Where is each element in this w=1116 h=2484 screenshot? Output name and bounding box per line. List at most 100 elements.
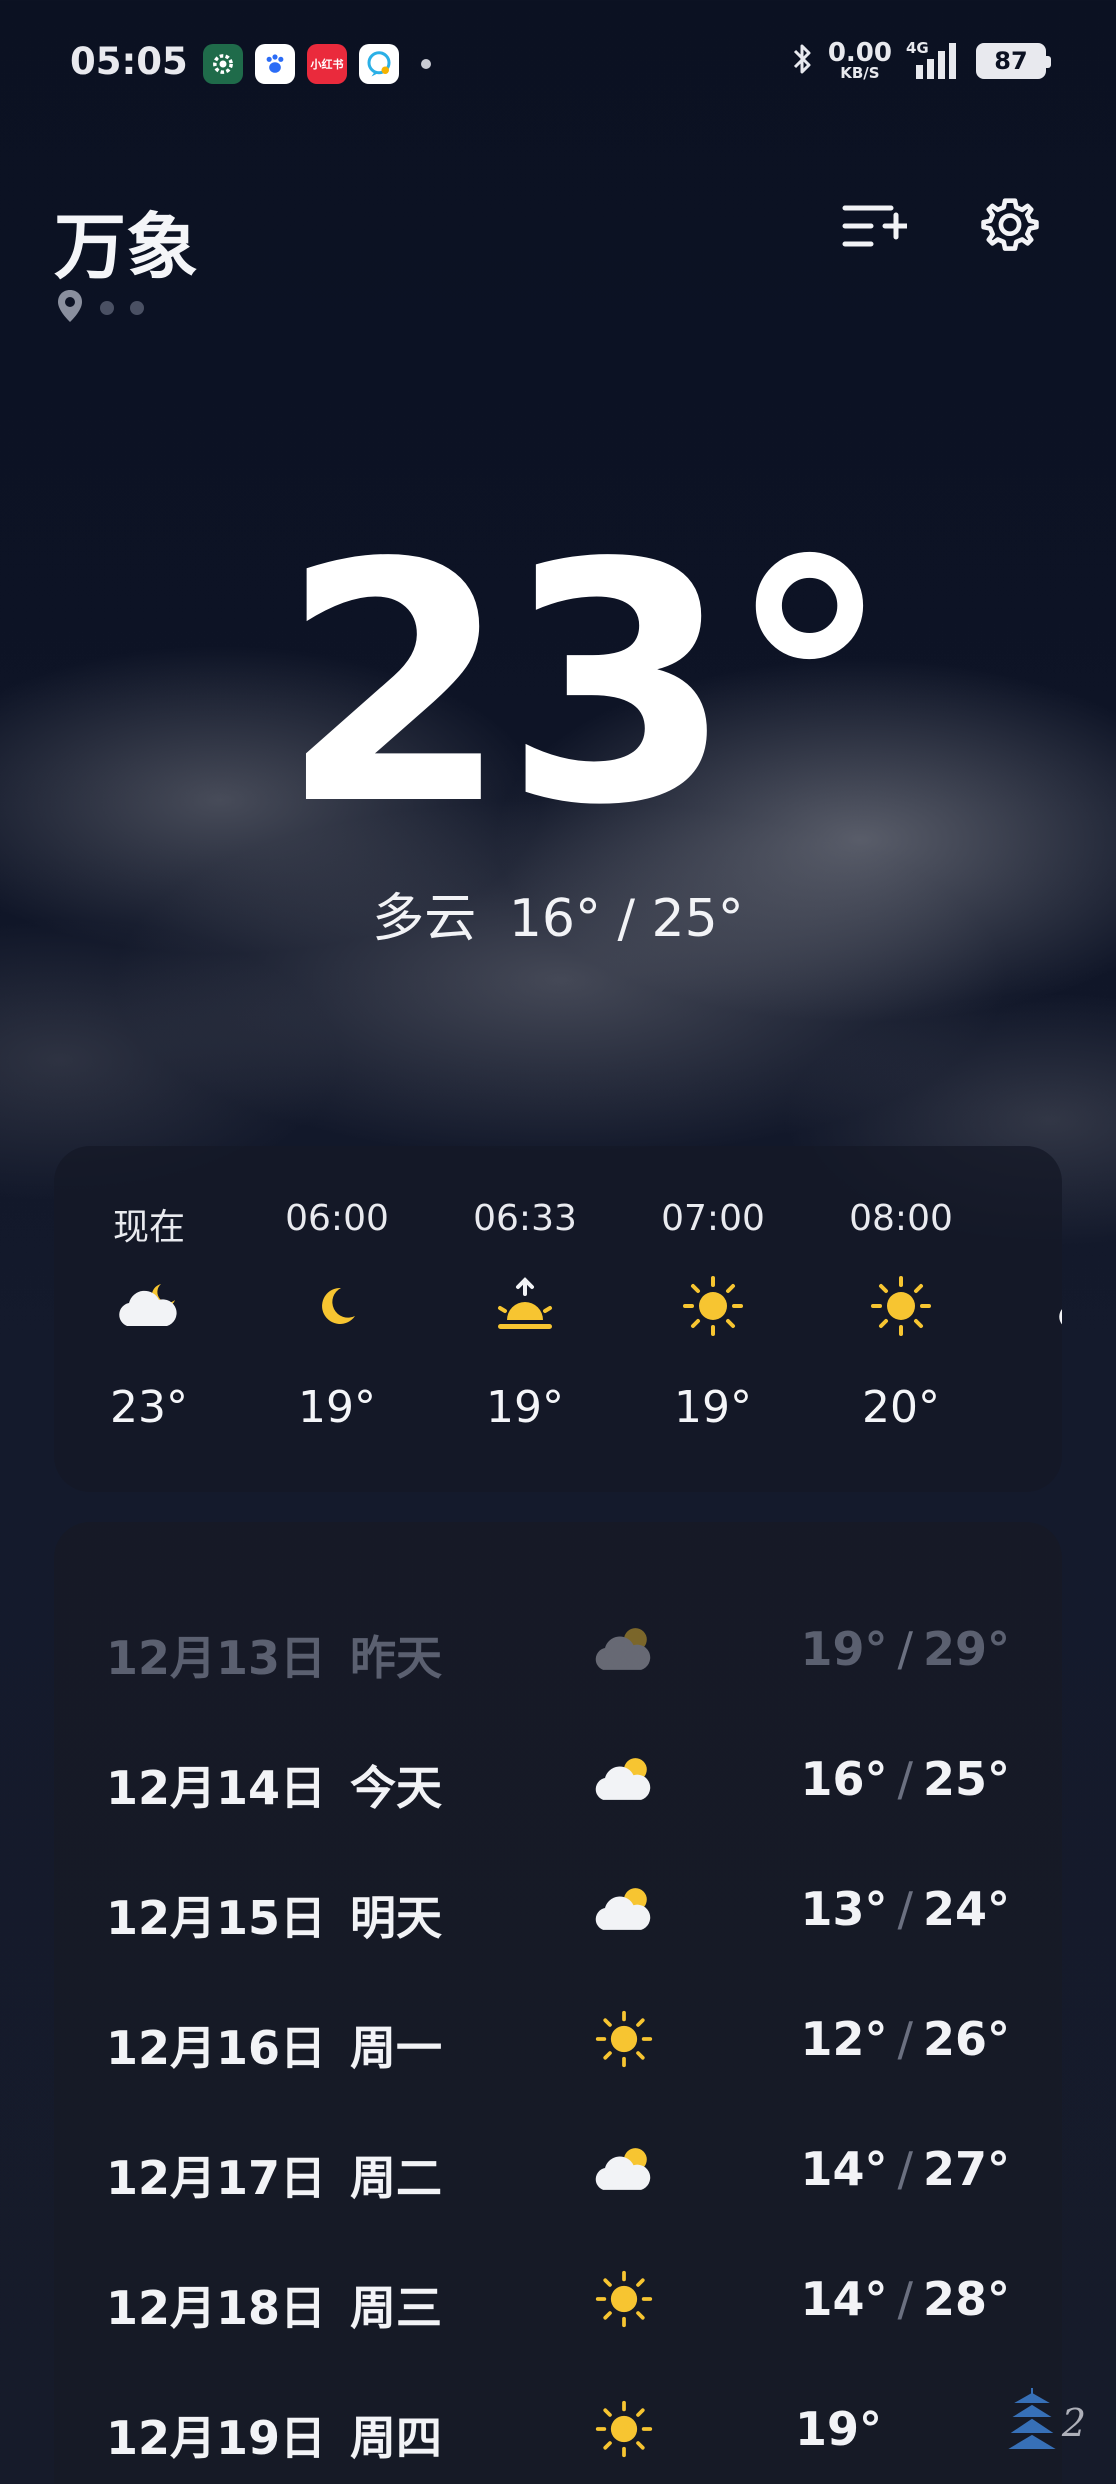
signal-icon: 4G	[906, 39, 962, 81]
hourly-time: 06:00	[285, 1198, 389, 1239]
network-speed: 0.00 KB/S	[828, 40, 892, 81]
hourly-temp: 2	[994, 1382, 1062, 1433]
day-label: 周一	[350, 2021, 443, 2075]
city-page-indicator	[56, 288, 144, 328]
daily-row[interactable]: 12月13日 昨天 19°/29°	[54, 1584, 1062, 1714]
daily-range: 12°/26°	[800, 2012, 1010, 2066]
list-add-icon	[841, 196, 910, 260]
daily-row[interactable]: 12月16日 周一 12°/26°	[54, 1974, 1062, 2104]
sun-icon	[673, 1276, 753, 1336]
daily-row[interactable]: 12月18日 周三 14°/28°	[54, 2234, 1062, 2364]
hourly-time: 08:00	[849, 1198, 953, 1239]
hourly-time: 06:33	[473, 1198, 577, 1239]
cloudy-night-icon	[109, 1276, 189, 1336]
daily-low: 16°	[800, 1752, 888, 1806]
daily-row[interactable]: 12月14日 今天 16°/25°	[54, 1714, 1062, 1844]
partly-cloudy-icon	[1049, 1276, 1062, 1336]
range-separator: /	[897, 1752, 913, 1806]
daily-date: 12月19日 周四	[106, 2402, 442, 2468]
date-text: 12月13日	[106, 1631, 327, 1685]
city-name[interactable]: 万象	[54, 188, 198, 293]
daily-row[interactable]: 12月17日 周二 14°/27°	[54, 2104, 1062, 2234]
daily-date: 12月18日 周三	[106, 2272, 442, 2338]
daily-high: 29°	[922, 1622, 1010, 1676]
more-notifications-dot	[421, 59, 431, 69]
date-text: 12月18日	[106, 2281, 327, 2335]
hourly-temp: 19°	[298, 1382, 376, 1433]
hourly-forecast-card[interactable]: 现在 23° 06:00 19° 06:33 19° 07:00 19° 08:…	[54, 1146, 1062, 1492]
partly-cloudy-icon	[584, 1874, 664, 1944]
location-pin-icon	[56, 288, 84, 328]
status-time: 05:05	[70, 40, 188, 83]
hourly-item: 07:00 19°	[618, 1146, 808, 1492]
xiaohongshu-app-icon: 小红书	[307, 44, 347, 84]
partly-cloudy-icon	[584, 2134, 664, 2204]
sun-icon	[584, 2264, 664, 2334]
day-label: 周二	[350, 2151, 443, 2205]
sun-icon	[861, 1276, 941, 1336]
settings-button[interactable]	[970, 188, 1050, 268]
daily-date: 12月17日 周二	[106, 2142, 442, 2208]
condition-text: 多云	[372, 889, 477, 949]
daily-date: 12月13日 昨天	[106, 1622, 442, 1688]
hourly-item: 06:00 19°	[242, 1146, 432, 1492]
hourly-item: 06:33 19°	[430, 1146, 620, 1492]
manage-cities-button[interactable]	[834, 188, 914, 268]
message-app-icon	[359, 44, 399, 84]
page-dot	[100, 301, 114, 315]
notification-icons: 小红书	[203, 44, 431, 84]
bluetooth-icon	[790, 41, 814, 81]
battery-indicator: 87	[976, 42, 1051, 79]
current-condition-line: 多云 16° / 25°	[0, 876, 1116, 951]
hourly-item: 09 2	[994, 1146, 1062, 1492]
baidu-app-icon	[255, 44, 295, 84]
date-text: 12月16日	[106, 2021, 327, 2075]
pagoda-logo-icon	[1008, 2386, 1056, 2460]
partly-cloudy-icon	[584, 1614, 664, 1684]
daily-range: 19°	[795, 2402, 882, 2456]
daily-range: 13°/24°	[800, 1882, 1010, 1936]
daily-high: 25°	[922, 1752, 1010, 1806]
range-separator: /	[897, 1882, 913, 1936]
daily-date: 12月15日 明天	[106, 1882, 442, 1948]
range-separator: /	[897, 1622, 913, 1676]
daily-high: 27°	[922, 2142, 1010, 2196]
date-text: 12月15日	[106, 1891, 327, 1945]
daily-high: 28°	[922, 2272, 1010, 2326]
daily-low: 19°	[794, 2402, 882, 2456]
daily-high: 24°	[922, 1882, 1010, 1936]
daily-forecast-card[interactable]: 12月13日 昨天 19°/29° 12月14日 今天 16°/25° 12月15日…	[54, 1522, 1062, 2484]
daily-row[interactable]: 12月19日 周四 19°	[54, 2364, 1062, 2484]
current-temperature: 23°	[279, 493, 892, 877]
day-label: 周三	[350, 2281, 443, 2335]
partly-cloudy-icon	[584, 1744, 664, 1814]
page-dot	[130, 301, 144, 315]
date-text: 12月17日	[106, 2151, 327, 2205]
hourly-temp: 20°	[862, 1382, 940, 1433]
hourly-temp: 23°	[110, 1382, 188, 1433]
moon-icon	[297, 1276, 377, 1336]
range-separator: /	[897, 2142, 913, 2196]
settings-app-icon	[203, 44, 243, 84]
date-text: 12月14日	[106, 1761, 327, 1815]
daily-range: 14°/28°	[800, 2272, 1010, 2326]
hourly-item: 08:00 20°	[806, 1146, 996, 1492]
low-high-range: 16° / 25°	[508, 889, 744, 949]
daily-row[interactable]: 12月15日 明天 13°/24°	[54, 1844, 1062, 1974]
daily-range: 19°/29°	[800, 1622, 1010, 1676]
day-label: 周四	[350, 2411, 443, 2465]
status-right: 0.00 KB/S 4G 87	[790, 39, 1051, 81]
watermark-text: 2	[1061, 2401, 1086, 2445]
daily-low: 12°	[800, 2012, 888, 2066]
hourly-time: 09	[994, 1198, 1062, 1239]
daily-low: 14°	[800, 2272, 888, 2326]
daily-low: 19°	[800, 1622, 888, 1676]
daily-date: 12月14日 今天	[106, 1752, 442, 1818]
hourly-temp: 19°	[486, 1382, 564, 1433]
daily-range: 16°/25°	[800, 1752, 1010, 1806]
hourly-item: 现在 23°	[54, 1146, 244, 1492]
daily-range: 14°/27°	[800, 2142, 1010, 2196]
sun-icon	[584, 2394, 664, 2464]
daily-date: 12月16日 周一	[106, 2012, 442, 2078]
sunrise-icon	[485, 1276, 565, 1336]
